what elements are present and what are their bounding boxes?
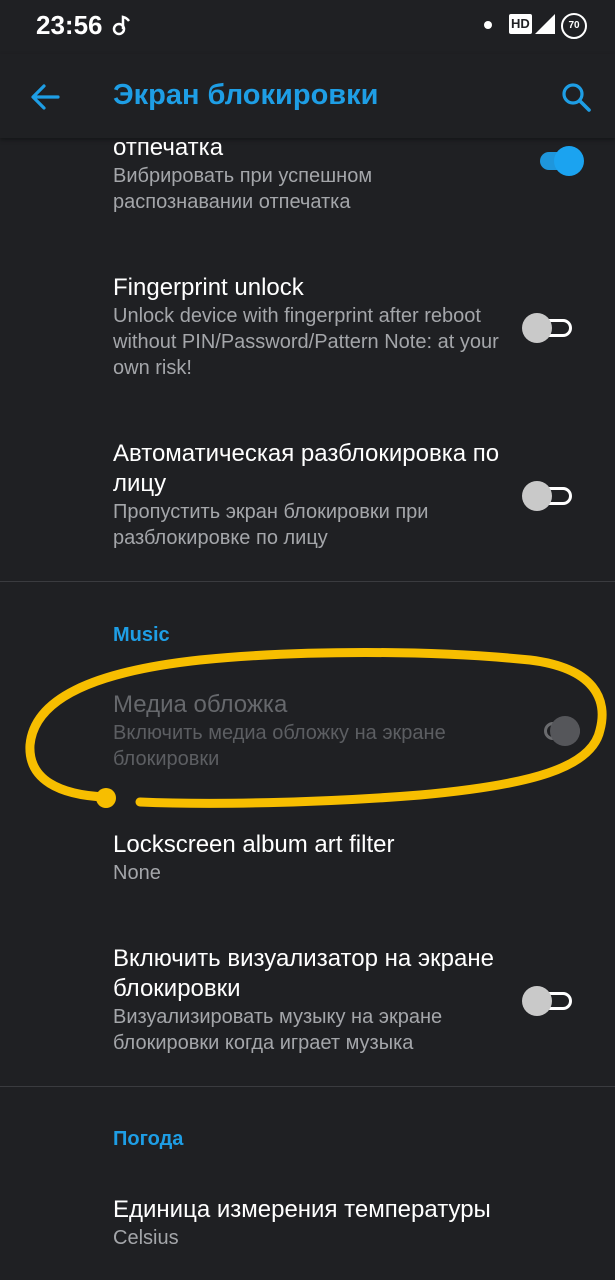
pref-title: Fingerprint unlock [113,274,304,301]
pref-summary: Celsius [113,1227,179,1249]
music-notification-icon [112,15,131,36]
toggle-thumb [550,716,580,746]
toggle-thumb [554,146,584,176]
battery-icon: 70 [561,13,587,39]
pref-media-cover: Медиа обложка Включить медиа обложку на … [113,690,513,772]
pref-face-unlock[interactable]: Автоматическая разблокировка по лицу Про… [113,439,513,551]
status-time: 23:56 [36,10,103,40]
pref-title: Автоматическая разблокировка по лицу [113,440,500,497]
pref-fingerprint-unlock[interactable]: Fingerprint unlock Unlock device with fi… [113,273,513,381]
pref-visualizer[interactable]: Включить визуализатор на экране блокиров… [113,944,513,1056]
visualizer-toggle[interactable] [522,982,582,1022]
search-icon [562,83,591,112]
pref-summary: Unlock device with fingerprint after reb… [113,305,499,379]
fingerprint-unlock-toggle[interactable] [522,309,582,349]
toggle-thumb [522,313,552,343]
page-title: Экран блокировки [113,79,379,111]
pref-fingerprint-vibrate[interactable]: отпечатка Вибрировать при успешном распо… [113,133,513,215]
pref-summary: None [113,862,161,884]
toggle-thumb [522,481,552,511]
signal-icon [535,14,555,34]
arrow-left-icon [31,84,60,110]
status-bar: 23:56 HD 70 [0,0,615,54]
pref-temperature-unit[interactable]: Единица измерения температуры Celsius [113,1195,513,1251]
pref-summary: Включить медиа обложку на экране блокиро… [113,722,446,770]
pref-title: Медиа обложка [113,691,288,718]
pref-summary: Вибрировать при успешном распознавании о… [113,165,373,213]
pref-summary: Пропустить экран блокировки при разблоки… [113,501,429,549]
toggle-thumb [522,986,552,1016]
fingerprint-vibrate-toggle[interactable] [526,142,586,182]
pref-summary: Визуализировать музыку на экране блокиро… [113,1006,443,1054]
face-unlock-toggle[interactable] [522,477,582,517]
app-bar: Экран блокировки [0,54,615,138]
back-button[interactable] [22,74,68,120]
media-cover-toggle [530,712,590,752]
divider [0,581,615,582]
hd-badge: HD [509,14,532,34]
section-header-music: Music [113,624,170,646]
pref-album-art-filter[interactable]: Lockscreen album art filter None [113,830,513,886]
search-button[interactable] [553,74,599,120]
pref-title: Включить визуализатор на экране блокиров… [113,945,494,1002]
pref-title: Lockscreen album art filter [113,831,395,858]
divider [0,1086,615,1087]
section-header-weather: Погода [113,1128,184,1150]
notification-dot-icon [484,21,492,29]
pref-title: Единица измерения температуры [113,1196,491,1223]
